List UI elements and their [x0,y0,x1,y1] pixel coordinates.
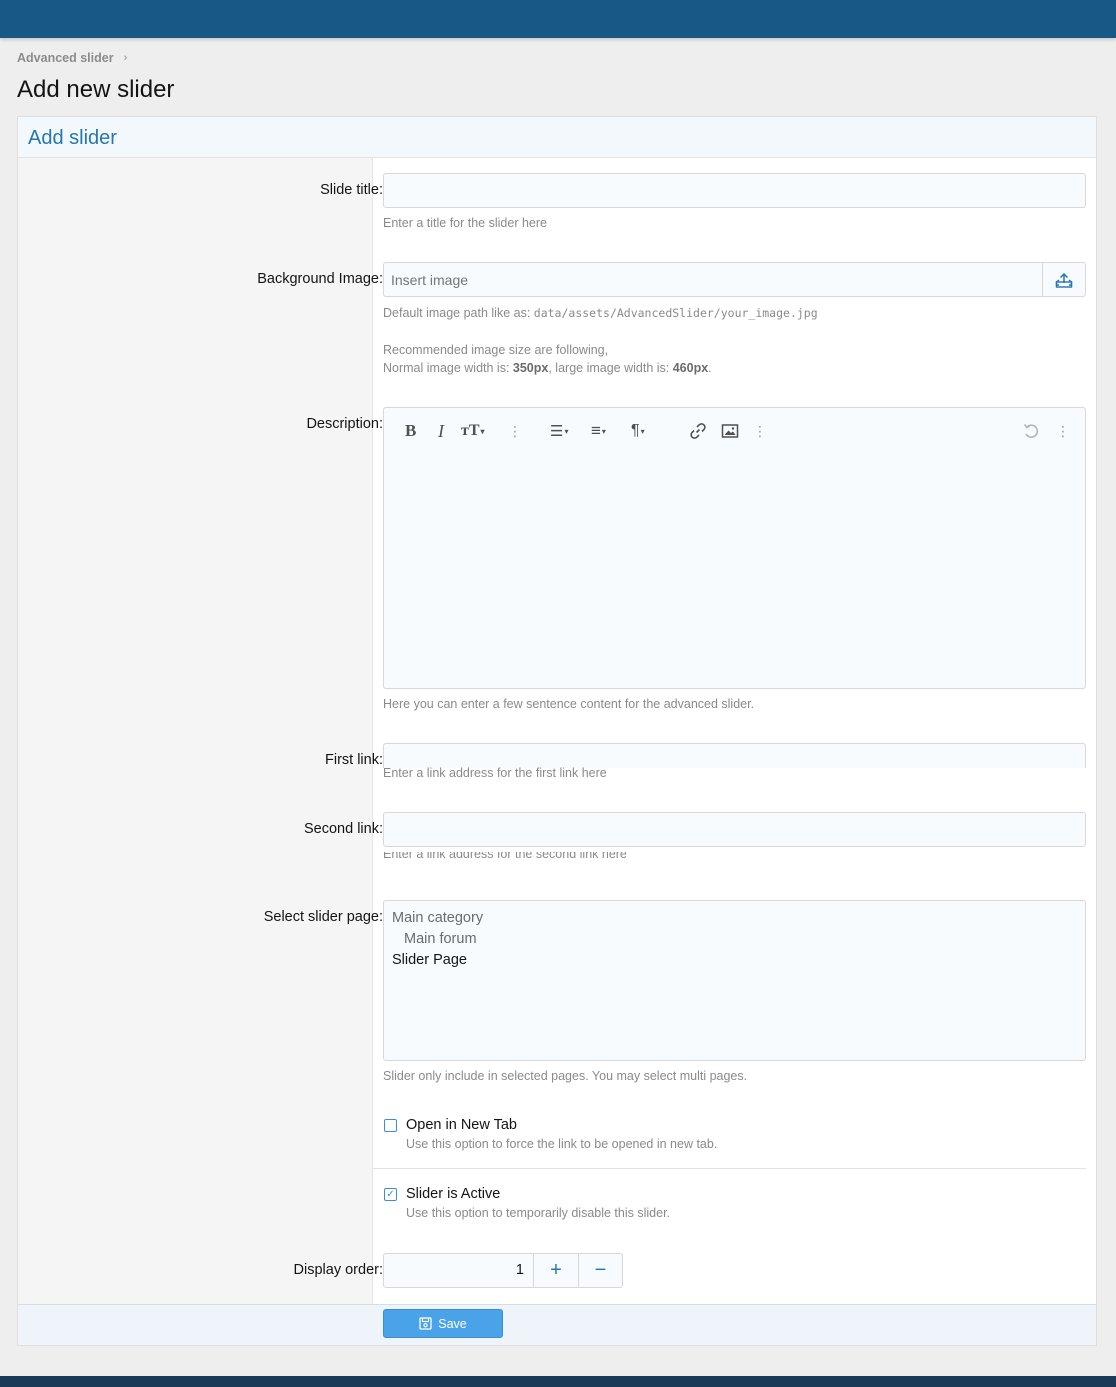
image-icon [721,424,739,438]
size-hint-line2: Normal image width is: 350px, large imag… [383,359,712,377]
option-main-forum[interactable]: Main forum [392,929,1077,950]
slide-title-hint: Enter a title for the slider here [383,216,547,230]
chevron-down-icon: ▾ [601,426,606,436]
slider-page-select[interactable]: Main category Main forum Slider Page [383,900,1086,1061]
description-editor[interactable]: B I тT ▾ ⋮ ☰ ▾ ≡ ▾ ¶ ▾ ⋮ ⋮ [383,407,1086,689]
slide-title-label: Slide title: [320,182,383,198]
add-slider-form: Add slider [17,116,1097,1346]
size-hint-end: . [708,361,712,375]
second-link-input[interactable] [383,812,1086,847]
block-header: Add slider [18,117,1096,158]
slider-active-hint: Use this option to temporarily disable t… [406,1206,671,1220]
link-icon [690,423,706,439]
chevron-down-icon: ▾ [564,426,569,436]
background-image-path-hint: Default image path like as: data/assets/… [383,304,818,322]
more-options-button[interactable]: ⋮ [1056,420,1070,442]
page-title: Add new slider [17,76,175,103]
more-insert-button[interactable]: ⋮ [753,420,767,442]
divider [373,1168,1086,1169]
form-footer [18,1304,1096,1345]
text-size-button[interactable]: тT ▾ [461,420,485,442]
undo-button[interactable] [1022,420,1040,442]
first-link-hint: Enter a link address for the first link … [383,766,607,780]
display-order-stepper: 1 + − [383,1253,623,1288]
display-order-label: Display order: [293,1262,383,1278]
text-size-icon: тT [461,422,480,439]
open-new-tab-label[interactable]: Open in New Tab [406,1117,517,1133]
default-image-path: data/assets/AdvancedSlider/your_image.jp… [533,306,818,320]
list-icon: ☰ [550,423,564,440]
second-link-hint: Enter a link address for the second link… [383,852,627,863]
display-order-input[interactable]: 1 [384,1254,534,1287]
check-icon: ✓ [386,1188,395,1200]
footer-bar [0,1376,1116,1387]
decrement-button[interactable]: − [578,1254,622,1287]
slider-active-checkbox[interactable]: ✓ [384,1188,397,1201]
top-navigation-bar [0,0,1116,38]
chevron-right-icon: › [123,52,128,64]
italic-button[interactable]: I [438,420,444,442]
insert-image-button[interactable] [721,420,739,442]
slider-page-hint: Slider only include in selected pages. Y… [383,1069,748,1083]
save-button[interactable]: Save [383,1309,503,1338]
size-hint-line1: Recommended image size are following, [383,343,609,357]
chevron-down-icon: ▾ [640,426,645,436]
block-header-title: Add slider [28,127,117,149]
increment-button[interactable]: + [534,1254,578,1287]
align-button[interactable]: ≡ ▾ [591,420,606,442]
image-size-hint: Recommended image size are following, No… [383,341,712,377]
italic-icon: I [438,420,444,441]
chevron-down-icon: ▾ [480,426,485,436]
description-hint: Here you can enter a few sentence conten… [383,697,755,711]
bold-button[interactable]: B [405,420,416,442]
save-label: Save [438,1316,467,1331]
upload-image-button[interactable] [1042,262,1086,297]
second-link-hint-text: Enter a link address for the second link… [383,852,627,861]
insert-link-button[interactable] [689,420,707,442]
align-left-icon: ≡ [591,421,601,440]
option-slider-page[interactable]: Slider Page [392,950,1077,971]
more-vertical-icon: ⋮ [508,422,522,439]
option-main-category[interactable]: Main category [392,908,1077,929]
path-hint-prefix: Default image path like as: [383,306,534,320]
upload-icon [1055,272,1073,288]
form-label-column [18,158,373,1304]
normal-size-prefix: Normal image width is: [383,361,513,375]
more-vertical-icon: ⋮ [1056,422,1070,439]
background-image-label: Background Image: [257,271,383,287]
minus-icon: − [594,1259,607,1281]
description-label: Description: [306,416,383,432]
bold-icon: B [405,421,417,440]
open-new-tab-checkbox[interactable] [384,1119,397,1132]
background-image-input[interactable] [383,262,1043,297]
select-slider-page-label: Select slider page: [263,909,383,925]
normal-size-value: 350px [512,361,549,375]
first-link-label: First link: [325,752,383,768]
paragraph-icon: ¶ [631,422,640,439]
breadcrumb-item-advanced-slider[interactable]: Advanced slider [17,51,114,65]
breadcrumb: Advanced slider › [17,51,127,65]
plus-icon: + [550,1259,562,1281]
more-text-button[interactable]: ⋮ [508,420,522,442]
undo-icon [1023,423,1039,438]
large-size-value: 460px [672,361,709,375]
list-button[interactable]: ☰ ▾ [550,420,568,442]
more-vertical-icon: ⋮ [753,422,767,439]
large-size-prefix: , large image width is: [548,361,673,375]
open-new-tab-hint: Use this option to force the link to be … [406,1137,718,1151]
paragraph-button[interactable]: ¶ ▾ [631,420,645,442]
slide-title-input[interactable] [383,173,1086,208]
save-icon [419,1317,432,1330]
slider-active-label[interactable]: Slider is Active [406,1186,500,1202]
second-link-label: Second link: [304,821,383,837]
